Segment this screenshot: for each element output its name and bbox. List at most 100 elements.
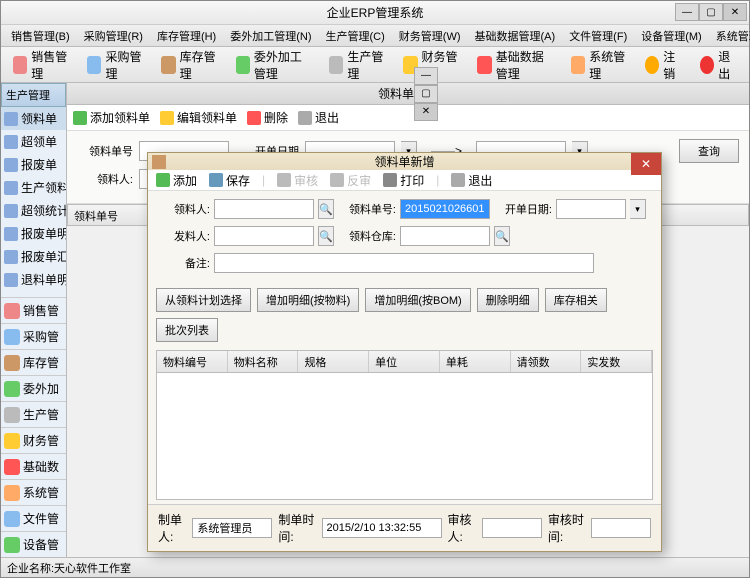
- dlg-warehouse-label: 领料仓库:: [338, 228, 396, 244]
- auditor-input[interactable]: [482, 518, 542, 538]
- toolbar-2[interactable]: 库存管理: [157, 46, 221, 84]
- order-no-label: 领料单号: [77, 143, 133, 159]
- dlg-btn-3[interactable]: 删除明细: [477, 288, 539, 312]
- dlg-date-input[interactable]: [556, 199, 626, 219]
- toolbar-8[interactable]: 注销: [641, 46, 686, 84]
- sidebar-item-6[interactable]: 报废单汇: [1, 245, 66, 268]
- toolbar-7[interactable]: 系统管理: [567, 46, 631, 84]
- side-icon: [4, 227, 18, 241]
- minimize-button[interactable]: —: [675, 3, 699, 21]
- menu-1[interactable]: 采购管理(R): [78, 26, 149, 46]
- dlg-col-6: 实发数: [581, 351, 652, 372]
- sidebar-item-5[interactable]: 报废单明: [1, 222, 66, 245]
- auditor-label: 审核人:: [448, 511, 476, 545]
- menu-6[interactable]: 基础数据管理(A): [469, 26, 562, 46]
- menu-7[interactable]: 文件管理(F): [563, 26, 633, 46]
- sidebar-mod-1[interactable]: 采购管: [1, 323, 66, 349]
- dlg-btn-1[interactable]: 增加明细(按物料): [257, 288, 359, 312]
- menu-3[interactable]: 委外加工管理(N): [224, 26, 317, 46]
- sidebar-mod-6[interactable]: 基础数: [1, 453, 66, 479]
- sidebar-active-tab[interactable]: 生产管理: [1, 83, 66, 107]
- tb-icon-1: [87, 56, 101, 74]
- sub-titlebar: 领料单 — ▢ ✕: [67, 83, 749, 105]
- mod-icon: [4, 511, 20, 527]
- sidebar-item-1[interactable]: 超领单: [1, 130, 66, 153]
- dlg-add-button[interactable]: 添加: [156, 172, 197, 189]
- dlg-issuer-lookup[interactable]: 🔍: [318, 226, 334, 246]
- dlg-action-buttons: 从领料计划选择增加明细(按物料)增加明细(按BOM) 删除明细库存相关批次列表: [148, 284, 661, 346]
- maximize-button[interactable]: ▢: [699, 3, 723, 21]
- dlg-issuer-input[interactable]: [214, 226, 314, 246]
- dlg-issuer-label: 发料人:: [162, 228, 210, 244]
- dlg-person-input[interactable]: [214, 199, 314, 219]
- dlg-form: 领料人: 🔍 领料单号: 开单日期: ▾ 发料人: 🔍 领料仓库: 🔍 备注:: [148, 191, 661, 284]
- sub-maximize[interactable]: ▢: [414, 85, 438, 103]
- sub-tb-2[interactable]: 删除: [247, 109, 288, 126]
- dlg-save-button[interactable]: 保存: [209, 172, 250, 189]
- sidebar-mod-9[interactable]: 设备管: [1, 531, 66, 557]
- sub-tb-3[interactable]: 退出: [298, 109, 339, 126]
- sidebar-mod-5[interactable]: 财务管: [1, 427, 66, 453]
- toolbar-6[interactable]: 基础数据管理: [473, 46, 556, 84]
- menu-0[interactable]: 销售管理(B): [5, 26, 76, 46]
- sidebar-mod-3[interactable]: 委外加: [1, 375, 66, 401]
- menu-5[interactable]: 财务管理(W): [393, 26, 467, 46]
- dlg-exit-button[interactable]: 退出: [451, 172, 492, 189]
- dlg-person-lookup[interactable]: 🔍: [318, 199, 334, 219]
- tb-icon-6: [477, 56, 491, 74]
- menubar: 销售管理(B)采购管理(R)库存管理(H)委外加工管理(N)生产管理(C)财务管…: [1, 25, 749, 47]
- sidebar-item-3[interactable]: 生产领料: [1, 176, 66, 199]
- dlg-orderno-input[interactable]: [400, 199, 490, 219]
- sub-tb-0[interactable]: 添加领料单: [73, 109, 150, 126]
- dlg-remark-input[interactable]: [214, 253, 594, 273]
- sidebar-mod-4[interactable]: 生产管: [1, 401, 66, 427]
- sidebar-mod-2[interactable]: 库存管: [1, 349, 66, 375]
- creator-input[interactable]: [192, 518, 272, 538]
- query-button[interactable]: 查询: [679, 139, 739, 163]
- audit-time-label: 审核时间:: [548, 511, 585, 545]
- toolbar-9[interactable]: 退出: [696, 46, 741, 84]
- dlg-warehouse-input[interactable]: [400, 226, 490, 246]
- dlg-btn-0[interactable]: 从领料计划选择: [156, 288, 251, 312]
- sidebar-mod-0[interactable]: 销售管: [1, 297, 66, 323]
- toolbar-1[interactable]: 采购管理: [83, 46, 147, 84]
- sub-tb-icon: [298, 111, 312, 125]
- menu-8[interactable]: 设备管理(M): [635, 26, 708, 46]
- dlg-audit-button[interactable]: 审核: [277, 172, 318, 189]
- dlg-warehouse-lookup[interactable]: 🔍: [494, 226, 510, 246]
- tb-icon-7: [571, 56, 585, 74]
- dlg-toolbar: 添加 保存 | 审核 反审 打印 | 退出: [148, 170, 661, 191]
- sidebar-item-7[interactable]: 退料单明: [1, 268, 66, 291]
- sidebar-item-2[interactable]: 报废单: [1, 153, 66, 176]
- mod-icon: [4, 433, 20, 449]
- sub-minimize[interactable]: —: [414, 67, 438, 85]
- menu-2[interactable]: 库存管理(H): [151, 26, 222, 46]
- sub-close[interactable]: ✕: [414, 103, 438, 121]
- dlg-date-picker[interactable]: ▾: [630, 199, 646, 219]
- toolbar-4[interactable]: 生产管理: [325, 46, 389, 84]
- sub-title: 领料单: [378, 85, 414, 102]
- dlg-btn-4[interactable]: 库存相关: [545, 288, 607, 312]
- sub-tb-1[interactable]: 编辑领料单: [160, 109, 237, 126]
- dlg-col-3: 单位: [369, 351, 440, 372]
- dlg-close-button[interactable]: ✕: [631, 153, 661, 175]
- add-icon: [156, 173, 170, 187]
- create-time-input[interactable]: [322, 518, 442, 538]
- dlg-btn-2[interactable]: 增加明细(按BOM): [365, 288, 470, 312]
- sidebar-item-0[interactable]: 领料单: [1, 107, 66, 130]
- dlg-col-2: 规格: [298, 351, 369, 372]
- menu-9[interactable]: 系统管理(S): [710, 26, 750, 46]
- toolbar-0[interactable]: 销售管理: [9, 46, 73, 84]
- close-button[interactable]: ✕: [723, 3, 747, 21]
- tb-icon-3: [236, 56, 250, 74]
- sidebar-mod-8[interactable]: 文件管: [1, 505, 66, 531]
- sidebar-item-4[interactable]: 超领统计: [1, 199, 66, 222]
- menu-4[interactable]: 生产管理(C): [320, 26, 391, 46]
- toolbar-3[interactable]: 委外加工管理: [232, 46, 315, 84]
- dlg-titlebar: 领料单新增 ✕: [148, 153, 661, 170]
- dlg-btn-5[interactable]: 批次列表: [156, 318, 218, 342]
- dlg-print-button[interactable]: 打印: [383, 172, 424, 189]
- dlg-unaudit-button[interactable]: 反审: [330, 172, 371, 189]
- sidebar-mod-7[interactable]: 系统管: [1, 479, 66, 505]
- audit-time-input[interactable]: [591, 518, 651, 538]
